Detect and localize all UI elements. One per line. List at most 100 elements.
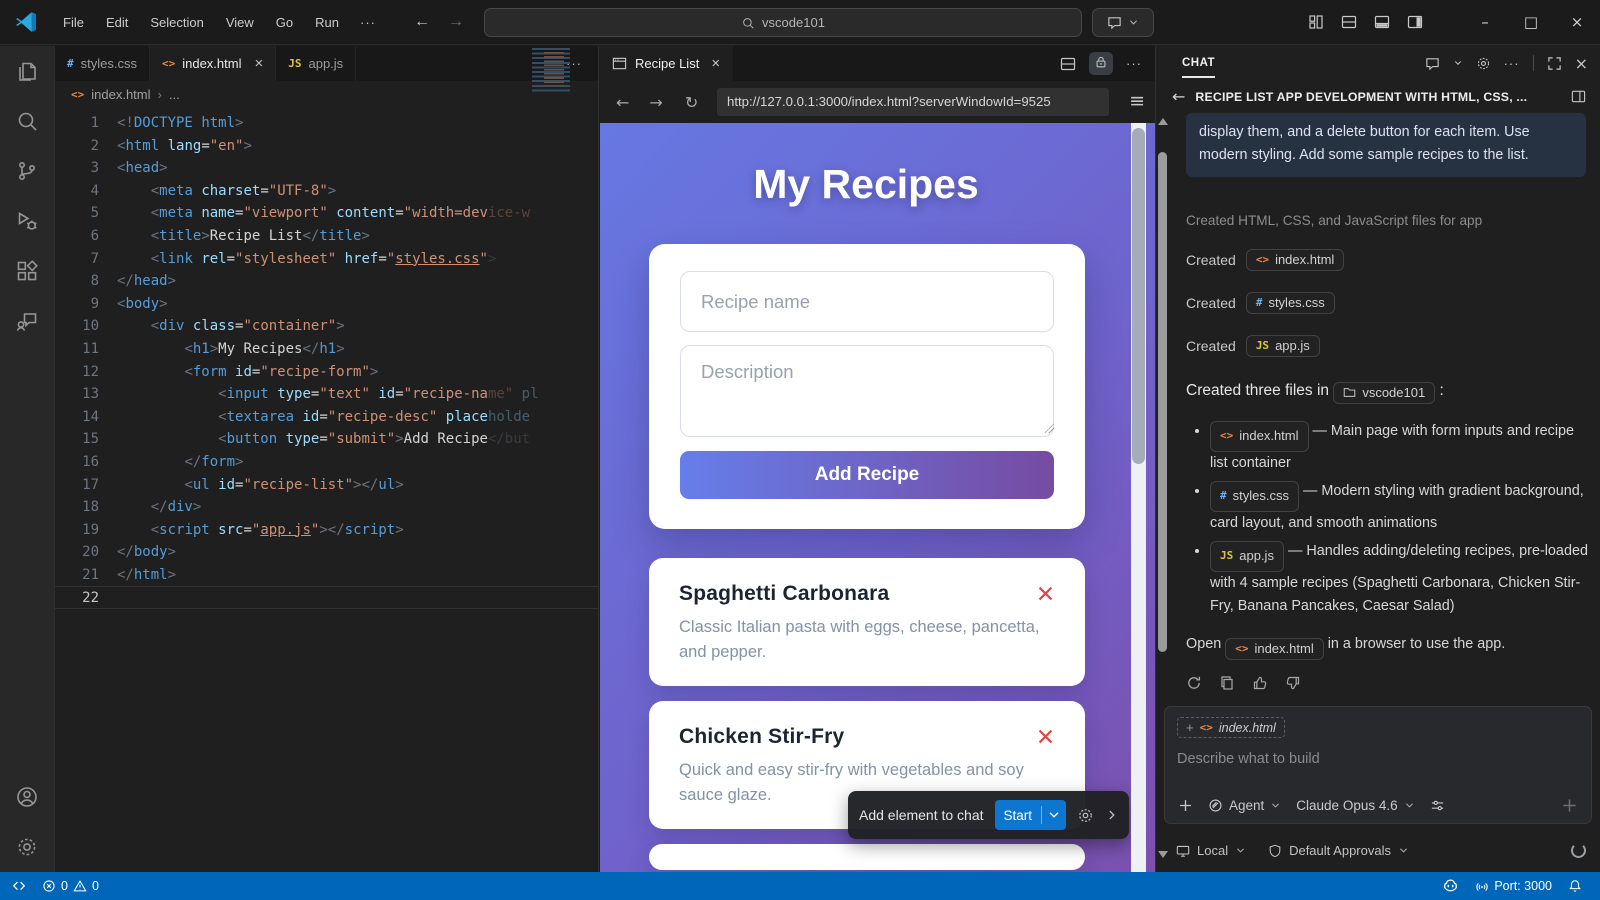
- menu-go[interactable]: Go: [265, 10, 304, 35]
- gear-icon[interactable]: [1077, 807, 1094, 824]
- recipe-name-input[interactable]: [680, 271, 1054, 332]
- activity-source-control[interactable]: [5, 146, 49, 196]
- activity-files[interactable]: [5, 46, 49, 96]
- split-editor-icon[interactable]: [1060, 56, 1076, 72]
- mode-picker[interactable]: Agent: [1208, 798, 1281, 813]
- maximize-button[interactable]: □: [1508, 0, 1554, 44]
- toggle-secondary-sidebar-icon[interactable]: [1407, 14, 1423, 30]
- port-forward-indicator[interactable]: Port: 3000: [1467, 872, 1560, 900]
- menu-file[interactable]: File: [52, 10, 95, 35]
- tab-app.js[interactable]: JSapp.js: [276, 46, 356, 81]
- environment-picker[interactable]: Local: [1176, 843, 1246, 858]
- tools-sliders-icon[interactable]: [1430, 798, 1445, 813]
- split-editor-icon[interactable]: [1341, 14, 1357, 30]
- attachment-chip[interactable]: + <> index.html: [1177, 717, 1285, 738]
- file-chip-styles.css[interactable]: #styles.css: [1246, 292, 1335, 314]
- activity-account[interactable]: [5, 772, 49, 822]
- more-actions-button[interactable]: ···: [1126, 56, 1142, 71]
- activity-extensions[interactable]: [5, 246, 49, 296]
- back-icon[interactable]: ←: [1172, 87, 1185, 106]
- browser-reload-button[interactable]: ↻: [685, 93, 698, 112]
- copy-icon[interactable]: [1219, 675, 1235, 691]
- chevron-down-icon[interactable]: [1453, 58, 1463, 68]
- expand-icon[interactable]: [1547, 56, 1562, 71]
- minimap[interactable]: [532, 48, 570, 94]
- open-in-editor-icon[interactable]: [1571, 89, 1586, 104]
- file-chip-vscode101[interactable]: vscode101: [1333, 382, 1435, 404]
- scrollbar-thumb[interactable]: [1158, 152, 1167, 652]
- regenerate-icon[interactable]: [1186, 675, 1202, 691]
- tab-styles.css[interactable]: #styles.css: [55, 46, 150, 81]
- chat-thread-header: ← RECIPE LIST APP DEVELOPMENT WITH HTML,…: [1156, 80, 1600, 113]
- new-chat-dropdown-icon[interactable]: [1425, 56, 1440, 71]
- scroll-down-arrow[interactable]: [1158, 851, 1168, 858]
- scrollbar-thumb[interactable]: [1132, 128, 1145, 464]
- activity-search[interactable]: [5, 96, 49, 146]
- file-chip-styles.css[interactable]: #styles.css: [1210, 481, 1299, 512]
- menu-selection[interactable]: Selection: [139, 10, 214, 35]
- browser-scrollbar[interactable]: [1131, 123, 1146, 872]
- code-line-10: 10 <div class="container">: [55, 315, 598, 338]
- start-button[interactable]: Start: [995, 800, 1067, 830]
- chevron-right-icon[interactable]: [1105, 808, 1119, 822]
- close-window-button[interactable]: ×: [1554, 0, 1600, 44]
- minimize-button[interactable]: –: [1462, 0, 1508, 44]
- approvals-picker[interactable]: Default Approvals: [1268, 843, 1409, 858]
- file-chip-index.html[interactable]: <>index.html: [1225, 638, 1324, 660]
- textarea-resize-handle[interactable]: [1043, 422, 1054, 433]
- history-forward-button[interactable]: →: [448, 13, 464, 31]
- url-bar[interactable]: http://127.0.0.1:3000/index.html?serverW…: [717, 88, 1109, 116]
- close-tab-icon[interactable]: ×: [254, 55, 263, 72]
- model-picker[interactable]: Claude Opus 4.6: [1296, 798, 1414, 813]
- copilot-menu-button[interactable]: [1092, 8, 1154, 37]
- tab-chat[interactable]: CHAT: [1182, 48, 1215, 78]
- problems-indicator[interactable]: 0 0: [34, 872, 107, 900]
- chat-input-box[interactable]: + <> index.html Describe what to build A…: [1164, 706, 1592, 824]
- delete-recipe-icon[interactable]: [1036, 584, 1055, 603]
- command-center-search[interactable]: vscode101: [484, 8, 1082, 37]
- browser-menu-icon[interactable]: ≡: [1129, 90, 1145, 112]
- thumbs-down-icon[interactable]: [1285, 675, 1301, 691]
- remote-indicator[interactable]: [0, 872, 34, 900]
- copilot-status[interactable]: [1434, 872, 1467, 900]
- menu-run[interactable]: Run: [304, 10, 350, 35]
- activity-copilot-chat[interactable]: [5, 296, 49, 346]
- browser-back-button[interactable]: ←: [616, 93, 629, 112]
- gear-icon[interactable]: [1476, 56, 1491, 71]
- add-context-icon[interactable]: [1178, 798, 1193, 813]
- mode-label: Agent: [1229, 798, 1264, 813]
- breadcrumb[interactable]: <> index.html › ...: [55, 81, 598, 108]
- chevron-down-icon[interactable]: [1047, 808, 1061, 822]
- chip-label: index.html: [1275, 252, 1334, 267]
- lock-button[interactable]: [1089, 52, 1113, 75]
- close-tab-icon[interactable]: ×: [711, 55, 720, 72]
- browser-forward-button[interactable]: →: [649, 93, 662, 112]
- menu-overflow-button[interactable]: ···: [350, 10, 386, 35]
- error-icon: [42, 879, 56, 893]
- notifications-bell[interactable]: [1560, 872, 1590, 900]
- scroll-up-arrow[interactable]: [1158, 118, 1168, 125]
- toggle-panel-icon[interactable]: [1374, 14, 1390, 30]
- delete-recipe-icon[interactable]: [1036, 727, 1055, 746]
- file-chip-app.js[interactable]: JSapp.js: [1246, 335, 1320, 357]
- activity-settings-gear[interactable]: [5, 822, 49, 872]
- add-recipe-button[interactable]: Add Recipe: [680, 451, 1054, 499]
- more-actions-button[interactable]: ···: [1504, 56, 1520, 71]
- tab-recipe-list[interactable]: Recipe List ×: [599, 46, 733, 81]
- activity-run-and-debug[interactable]: [5, 196, 49, 246]
- recipe-card-header: Chicken Stir-Fry: [679, 725, 1055, 749]
- menu-edit[interactable]: Edit: [95, 10, 139, 35]
- tab-index.html[interactable]: <>index.html×: [150, 46, 276, 81]
- menu-view[interactable]: View: [215, 10, 265, 35]
- warning-icon: [73, 879, 87, 893]
- recipe-description-textarea[interactable]: [680, 345, 1054, 437]
- file-chip-index.html[interactable]: <>index.html: [1246, 249, 1345, 271]
- file-chip-index.html[interactable]: <>index.html: [1210, 421, 1309, 452]
- thumbs-up-icon[interactable]: [1252, 675, 1268, 691]
- customize-layout-icon[interactable]: [1308, 14, 1324, 30]
- send-button[interactable]: [1561, 797, 1578, 814]
- close-panel-icon[interactable]: ×: [1575, 54, 1588, 73]
- code-editor[interactable]: 1<!DOCTYPE html>2<html lang="en">3<head>…: [55, 112, 598, 872]
- file-chip-app.js[interactable]: JSapp.js: [1210, 541, 1284, 572]
- history-back-button[interactable]: ←: [414, 13, 430, 31]
